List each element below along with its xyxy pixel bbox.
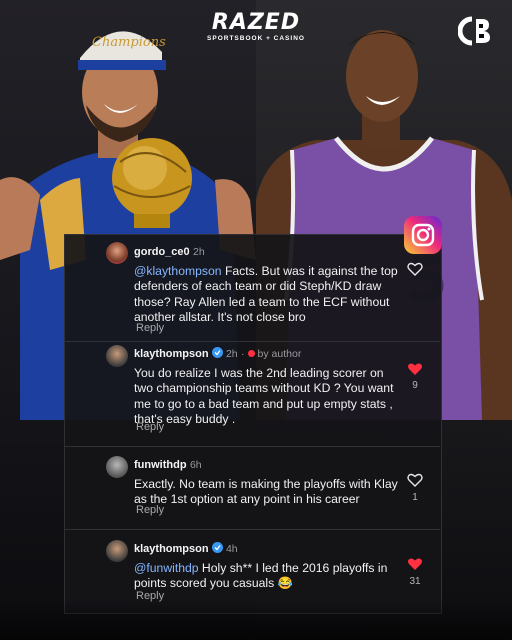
comment-item: klaythompson 2h · by author You do realiz… [134, 346, 402, 428]
author-dot-icon [247, 350, 255, 357]
razed-logo: RAZED SPORTSBOOK + CASINO [196, 10, 316, 43]
comment-body: You do realize I was the 2nd leading sco… [134, 365, 394, 427]
comment-username[interactable]: klaythompson [134, 543, 209, 555]
comment-text: @klaythompson Facts. But was it against … [134, 264, 402, 326]
svg-text:Champions: Champions [92, 35, 166, 50]
razed-logo-tagline: SPORTSBOOK + CASINO [207, 35, 305, 42]
heart-filled-icon[interactable] [407, 557, 423, 571]
verified-badge-icon [211, 347, 223, 358]
heart-outline-icon[interactable] [407, 473, 423, 487]
comment-mention[interactable]: @funwithdp [134, 561, 199, 575]
comment-divider [64, 446, 440, 447]
comment-body: Exactly. No team is making the playoffs … [134, 476, 398, 507]
like-count: 9 [412, 380, 418, 391]
avatar[interactable] [106, 345, 128, 367]
like-count: 31 [409, 576, 421, 587]
verified-badge-icon [211, 542, 223, 553]
comment-time: 2h [193, 246, 205, 258]
author-tag: by author [257, 348, 302, 360]
heart-filled-icon[interactable] [407, 362, 423, 376]
comment-item: funwithdp 6h Exactly. No team is making … [134, 457, 402, 508]
comment-username[interactable]: gordo_ce0 [134, 246, 190, 258]
comment-divider [64, 341, 440, 342]
heart-outline-icon[interactable] [407, 262, 423, 276]
comment-time: 4h [225, 543, 238, 555]
cb-logo-icon [458, 16, 490, 46]
comment-username[interactable]: funwithdp [134, 459, 187, 471]
like-count: 1 [412, 492, 418, 503]
comment-time: 2h [225, 348, 238, 360]
reply-button[interactable]: Reply [136, 421, 164, 433]
comment-mention[interactable]: @klaythompson [134, 264, 222, 278]
reply-button[interactable]: Reply [136, 322, 164, 334]
comment-item: klaythompson 4h @funwithdp Holy sh** I l… [134, 541, 402, 592]
avatar[interactable] [106, 540, 128, 562]
comment-divider [64, 529, 440, 530]
instagram-icon [404, 216, 442, 254]
avatar[interactable] [106, 456, 128, 478]
bottom-fade [0, 600, 512, 640]
comment-text: @funwithdp Holy sh** I led the 2016 play… [134, 561, 402, 592]
comment-username[interactable]: klaythompson [134, 348, 209, 360]
razed-logo-name: RAZED [211, 10, 301, 35]
comment-time: 6h [189, 459, 202, 471]
reply-button[interactable]: Reply [136, 504, 164, 516]
avatar[interactable] [106, 242, 128, 264]
comment-item: gordo_ce0 2h @klaythompson Facts. But wa… [134, 244, 402, 326]
